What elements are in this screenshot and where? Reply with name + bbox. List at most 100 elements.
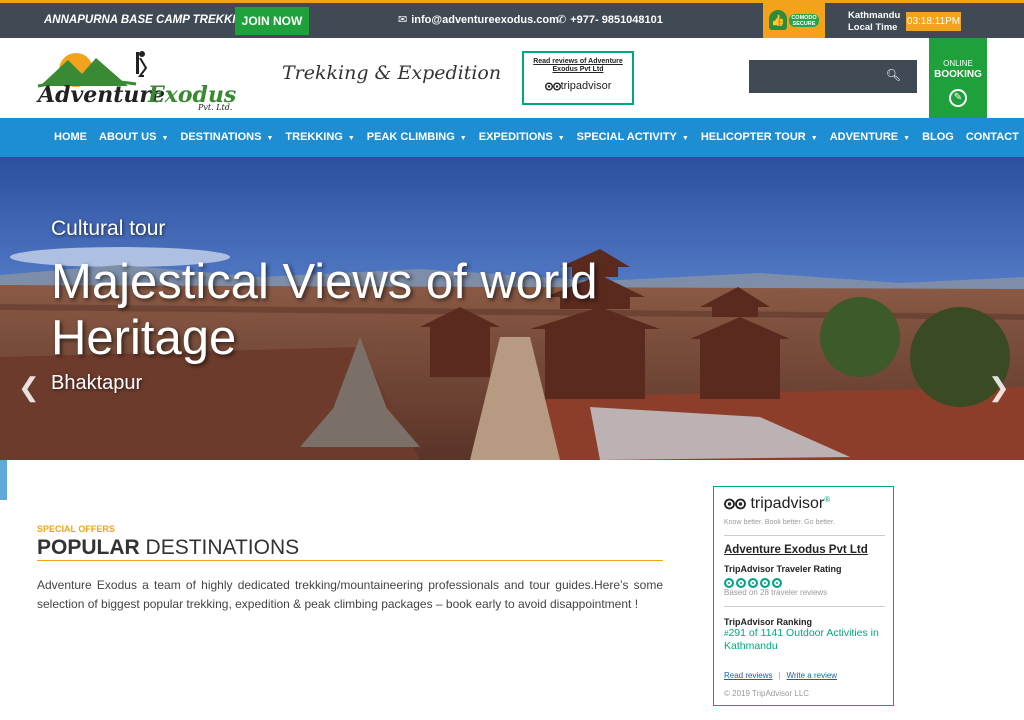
local-time-text: Local Time	[848, 22, 898, 33]
side-tab[interactable]	[0, 460, 7, 500]
thumbs-up-icon: 👍	[769, 10, 787, 30]
nav-item-label: BLOG	[922, 131, 954, 143]
rating-bubble-icon	[772, 578, 782, 588]
rating-bubble-icon	[748, 578, 758, 588]
nav-item-label: EXPEDITIONS	[478, 131, 553, 143]
widget-owl-icon	[724, 498, 746, 510]
nav-item-label: ADVENTURE	[829, 131, 899, 143]
main-navigation: HOME ABOUT US ▼ DESTINATIONS ▼ TREKKING ▼ PEAK …	[0, 118, 1024, 157]
link-separator: |	[778, 671, 781, 680]
online-booking-button[interactable]: ONLINE BOOKING ✎	[929, 38, 987, 118]
nav-item-blog[interactable]: BLOG	[916, 118, 960, 157]
join-now-button[interactable]: JOIN NOW	[235, 7, 309, 35]
site-tagline: Trekking & Expedition	[282, 62, 502, 84]
email-link[interactable]: ✉ info@adventureexodus.com	[398, 3, 559, 38]
rating-bubble-icon	[724, 578, 734, 588]
svg-text:Adventure: Adventure	[36, 82, 165, 108]
nav-item-about-us[interactable]: ABOUT US ▼	[93, 118, 174, 157]
tripadvisor-reviews-badge[interactable]: Read reviews of Adventure Exodus Pvt Ltd…	[522, 51, 634, 105]
nav-item-label: PEAK CLIMBING	[366, 131, 455, 143]
phone-link[interactable]: ✆ +977- 9851048101	[557, 3, 663, 38]
widget-ranking-label: TripAdvisor Ranking	[724, 617, 813, 627]
widget-copyright: © 2019 TripAdvisor LLC	[724, 689, 810, 698]
caret-down-icon: ▼	[161, 135, 169, 142]
write-review-link[interactable]: Write a review	[787, 671, 838, 680]
nav-item-label: HELICOPTER TOUR	[700, 131, 806, 143]
section-title: POPULAR DESTINATIONS	[37, 536, 299, 560]
nav-item-home[interactable]: HOME	[48, 118, 93, 157]
widget-links: Read reviews | Write a review	[724, 671, 837, 680]
site-header: Adventure Exodus Pvt. Ltd. Trekking & Ex…	[0, 38, 1024, 118]
slider-prev-arrow-icon[interactable]: ❮	[18, 372, 40, 403]
widget-rating-label: TripAdvisor Traveler Rating	[724, 564, 842, 574]
widget-brand-text: tripadvisor	[750, 495, 825, 512]
nav-item-trekking[interactable]: TREKKING ▼	[279, 118, 360, 157]
comodo-secure-text: COMODO SECURE	[789, 14, 819, 27]
nav-item-expeditions[interactable]: EXPEDITIONS ▼	[473, 118, 571, 157]
hero-slider: Cultural tour Majestical Views of world …	[0, 157, 1024, 460]
slider-next-arrow-icon[interactable]: ❯	[988, 372, 1010, 403]
nav-item-label: ABOUT US	[99, 131, 157, 143]
booking-icon: ✎	[949, 89, 967, 107]
nav-item-label: SPECIAL ACTIVITY	[576, 131, 677, 143]
nav-item-special-activity[interactable]: SPECIAL ACTIVITY ▼	[571, 118, 695, 157]
caret-down-icon: ▼	[681, 135, 689, 142]
nav-item-label: CONTACT	[965, 131, 1019, 143]
phone-text: +977- 9851048101	[570, 14, 663, 26]
widget-business-link[interactable]: Adventure Exodus Pvt Ltd	[724, 544, 868, 556]
phone-icon: ✆	[557, 14, 567, 26]
local-clock: 03:18:11PM	[906, 12, 961, 31]
hero-title: Majestical Views of world Heritage	[51, 255, 598, 365]
top-bar: ANNAPURNA BASE CAMP TREKKING JOIN NOW ✉ i…	[0, 0, 1024, 38]
tripadvisor-widget: tripadvisor® Know better. Book better. G…	[713, 486, 894, 706]
widget-tripadvisor-logo[interactable]: tripadvisor®	[724, 495, 830, 513]
widget-divider	[724, 606, 885, 607]
section-title-rest: DESTINATIONS	[139, 536, 300, 559]
nav-list: HOME ABOUT US ▼ DESTINATIONS ▼ TREKKING ▼ PEAK …	[48, 118, 1024, 157]
nav-item-peak-climbing[interactable]: PEAK CLIMBING ▼	[361, 118, 473, 157]
booking-line1: ONLINE	[943, 59, 973, 68]
envelope-icon: ✉	[398, 14, 408, 26]
widget-brand-mark: ®	[824, 495, 831, 504]
caret-down-icon: ▼	[903, 135, 911, 142]
hero-location: Bhaktapur	[51, 372, 143, 394]
special-offers-label: SPECIAL OFFERS	[37, 524, 115, 534]
nav-item-label: HOME	[54, 131, 87, 143]
caret-down-icon: ▼	[459, 135, 467, 142]
caret-down-icon: ▼	[266, 135, 274, 142]
tripadvisor-owl-icon	[544, 82, 561, 91]
city-name: Kathmandu	[848, 10, 901, 21]
caret-down-icon: ▼	[347, 135, 355, 142]
hero-subtitle: Cultural tour	[51, 217, 166, 240]
widget-ranking-text[interactable]: #291 of 1141 Outdoor Activities in Kathm…	[724, 627, 889, 653]
nav-item-adventure[interactable]: ADVENTURE ▼	[824, 118, 916, 157]
nav-item-helicopter-tour[interactable]: HELICOPTER TOUR ▼	[695, 118, 824, 157]
nav-item-label: TREKKING	[285, 131, 343, 143]
email-text: info@adventureexodus.com	[411, 14, 559, 26]
rating-bubbles	[724, 575, 784, 588]
search-input[interactable]: 🔍︎	[749, 60, 917, 93]
widget-divider	[724, 535, 885, 536]
caret-down-icon: ▼	[810, 135, 818, 142]
caret-down-icon: ▼	[557, 135, 565, 142]
nav-item-destinations[interactable]: DESTINATIONS ▼	[174, 118, 279, 157]
reviews-badge-text: Read reviews of Adventure Exodus Pvt Ltd	[533, 58, 623, 73]
logo-graphic: Adventure Exodus Pvt. Ltd.	[36, 51, 236, 112]
ranking-value: 291 of 1141 Outdoor Activities in Kathma…	[724, 627, 879, 652]
logo-sub: Pvt. Ltd.	[197, 103, 232, 111]
booking-line2: BOOKING	[934, 69, 982, 80]
comodo-secure-seal[interactable]: 👍 COMODO SECURE	[763, 3, 825, 38]
read-reviews-link[interactable]: Read reviews	[724, 671, 772, 680]
tripadvisor-text: tripadvisor	[560, 80, 612, 92]
search-icon[interactable]: 🔍︎	[886, 68, 901, 82]
site-logo[interactable]: Adventure Exodus Pvt. Ltd.	[36, 46, 236, 112]
section-title-bold: POPULAR	[37, 536, 140, 559]
widget-reviews-count: Based on 28 traveler reviews	[724, 588, 828, 597]
rating-bubble-icon	[760, 578, 770, 588]
section-description: Adventure Exodus a team of highly dedica…	[37, 578, 663, 611]
section-divider	[37, 560, 663, 561]
rating-bubble-icon	[736, 578, 746, 588]
nav-item-contact[interactable]: CONTACT	[960, 118, 1024, 157]
promo-text[interactable]: ANNAPURNA BASE CAMP TREKKING	[44, 3, 253, 38]
nav-item-label: DESTINATIONS	[180, 131, 262, 143]
